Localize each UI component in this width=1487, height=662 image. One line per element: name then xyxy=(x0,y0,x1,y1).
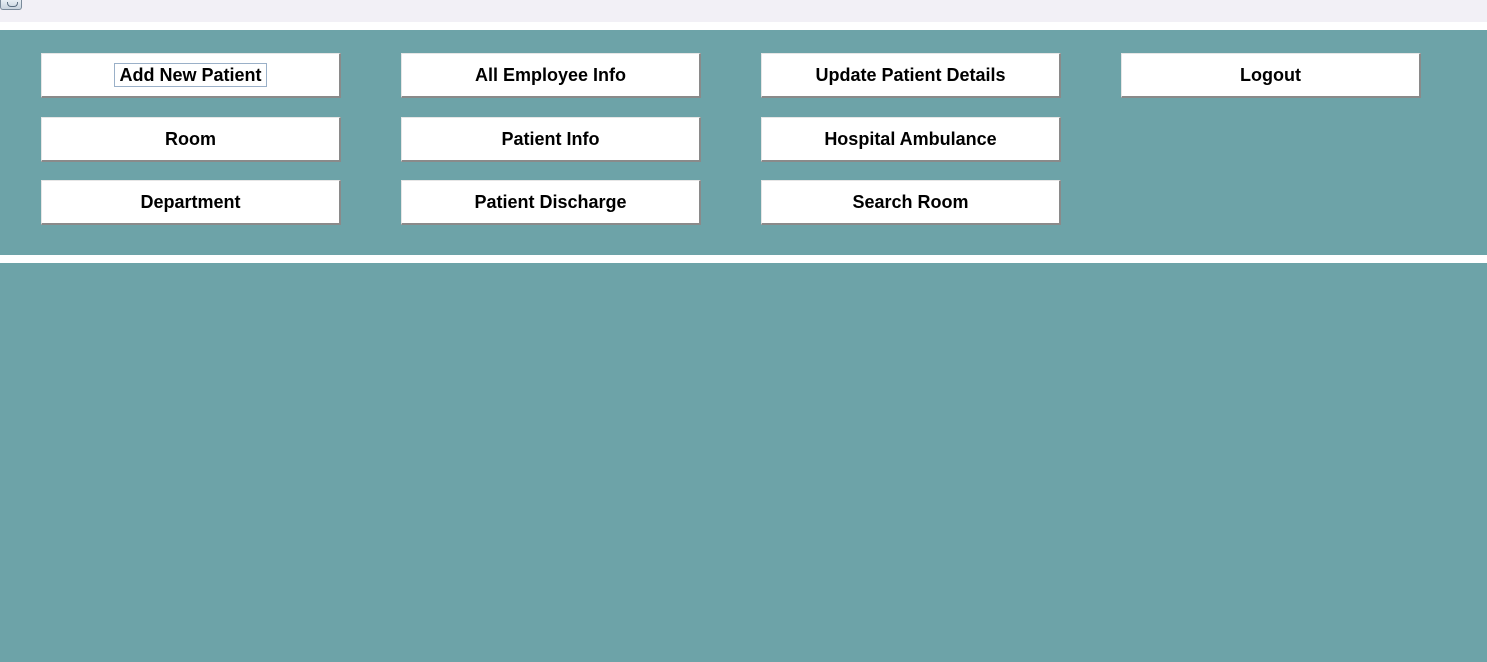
department-button[interactable]: Department xyxy=(41,180,341,225)
logout-button[interactable]: Logout xyxy=(1121,53,1421,98)
logout-label: Logout xyxy=(1240,65,1301,85)
all-employee-info-button[interactable]: All Employee Info xyxy=(401,53,701,98)
add-new-patient-button[interactable]: Add New Patient xyxy=(41,53,341,98)
patient-discharge-button[interactable]: Patient Discharge xyxy=(401,180,701,225)
room-button[interactable]: Room xyxy=(41,117,341,162)
patient-info-button[interactable]: Patient Info xyxy=(401,117,701,162)
all-employee-info-label: All Employee Info xyxy=(474,65,627,85)
top-separator xyxy=(0,22,1487,30)
title-bar xyxy=(0,0,1487,22)
patient-discharge-label: Patient Discharge xyxy=(474,192,627,212)
patient-info-label: Patient Info xyxy=(501,129,600,149)
java-cup-icon[interactable] xyxy=(0,0,22,10)
search-room-label: Search Room xyxy=(852,192,969,212)
department-label: Department xyxy=(140,192,241,212)
content-panel xyxy=(0,263,1487,662)
hospital-ambulance-button[interactable]: Hospital Ambulance xyxy=(761,117,1061,162)
panel-divider xyxy=(0,255,1487,263)
add-new-patient-label: Add New Patient xyxy=(114,63,267,87)
search-room-button[interactable]: Search Room xyxy=(761,180,1061,225)
update-patient-details-button[interactable]: Update Patient Details xyxy=(761,53,1061,98)
room-label: Room xyxy=(165,129,216,149)
update-patient-details-label: Update Patient Details xyxy=(815,65,1006,85)
hospital-ambulance-label: Hospital Ambulance xyxy=(824,129,997,149)
